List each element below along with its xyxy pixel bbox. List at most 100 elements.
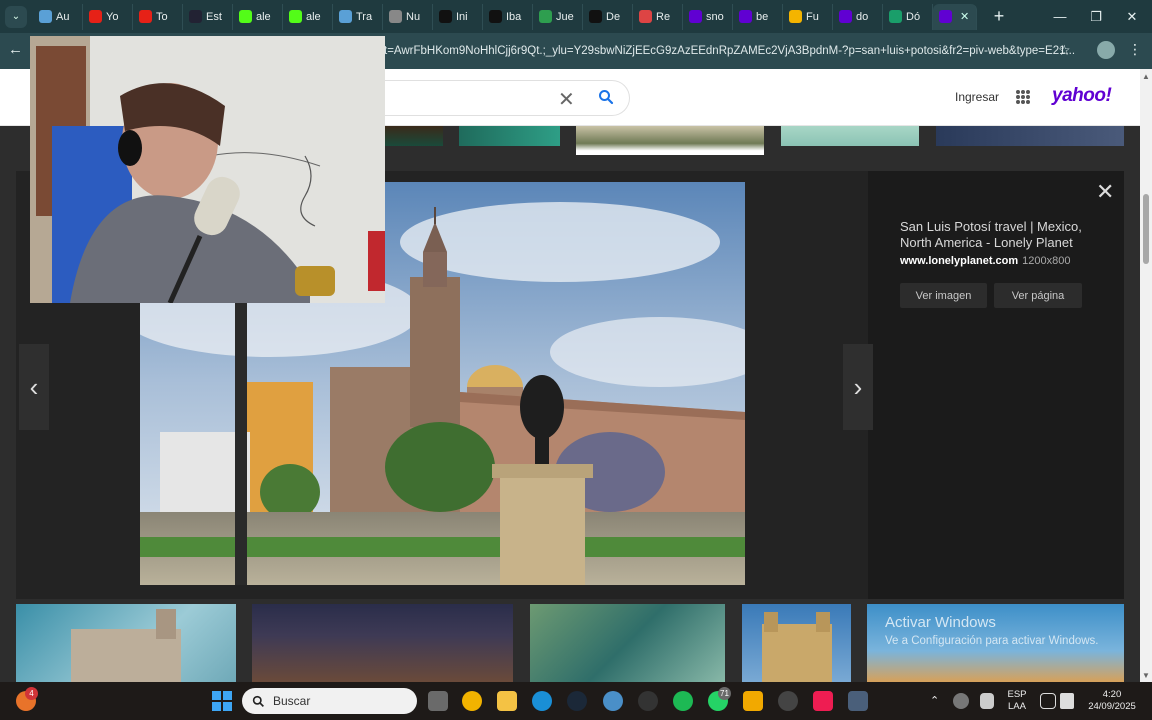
browser-tab-strip: ⌄ Au Yo To Est ale ale Tra Nu Ini Iba Jue De Re sno be… [0, 0, 1152, 33]
tab-label: Re [656, 10, 671, 23]
result-thumbnail[interactable] [459, 126, 560, 146]
tab-label: Yo [106, 10, 119, 23]
currency-icon [889, 10, 902, 23]
back-arrow-icon[interactable]: ← [8, 41, 23, 58]
browser-tab[interactable]: Tra [333, 3, 383, 30]
browser-tab[interactable]: be [733, 3, 783, 30]
address-bar[interactable]: t=AwrFbHKom9NoHhlCjj6r9Qt.;_ylu=Y29sbwNi… [384, 38, 1084, 64]
media-player-icon[interactable] [778, 691, 798, 711]
browser-tab[interactable]: sno [683, 3, 733, 30]
yahoo-icon [739, 10, 752, 23]
display-icon[interactable] [1040, 693, 1056, 709]
browser-tab[interactable]: Est [183, 3, 233, 30]
view-image-button[interactable]: Ver imagen [900, 283, 987, 308]
tab-label: Dó [906, 10, 921, 23]
bookmark-star-icon[interactable]: ☆ [1058, 42, 1071, 59]
result-thumbnail[interactable] [781, 126, 919, 146]
calculator-icon[interactable] [848, 691, 868, 711]
result-thumbnail[interactable] [530, 604, 725, 682]
kick-icon [289, 10, 302, 23]
result-thumbnail[interactable] [742, 604, 851, 682]
restore-icon[interactable]: ❐ [1078, 0, 1114, 33]
clear-search-icon[interactable]: ✕ [558, 87, 575, 112]
result-thumbnail[interactable] [252, 604, 513, 682]
browser-tab[interactable]: ale [233, 3, 283, 30]
close-tab-icon[interactable]: ✕ [960, 10, 969, 23]
close-window-icon[interactable]: ✕ [1114, 0, 1150, 33]
tab-label: Nu [406, 10, 421, 23]
browser-tab[interactable]: Nu [383, 3, 433, 30]
tab-label: Est [206, 10, 222, 23]
drive-icon [789, 10, 802, 23]
obs-icon[interactable] [638, 691, 658, 711]
tab-label: Au [56, 10, 70, 23]
browser-menu-icon[interactable]: ⋮ [1128, 41, 1142, 58]
next-image-button[interactable]: › [843, 344, 873, 430]
language-indicator[interactable]: ESP LAA [1005, 689, 1029, 713]
microphone-icon[interactable] [980, 693, 994, 709]
browser-tab[interactable]: ale [283, 3, 333, 30]
tab-label: ale [256, 10, 271, 23]
yahoo-icon [689, 10, 702, 23]
edge-icon[interactable] [532, 691, 552, 711]
x-icon [489, 10, 502, 23]
minimize-icon[interactable]: — [1042, 0, 1078, 33]
result-thumbnail[interactable] [16, 604, 236, 682]
tab-label: To [156, 10, 168, 23]
tab-label: Ini [456, 10, 468, 23]
search-icon [252, 695, 264, 707]
browser-tab[interactable]: Yo [83, 3, 133, 30]
browser-tab[interactable]: ✕ [933, 3, 977, 30]
windows-start-icon[interactable] [212, 691, 232, 711]
scroll-up-icon[interactable]: ▲ [1142, 72, 1150, 81]
page-scrollbar[interactable]: ▲ ▼ [1140, 69, 1152, 682]
image-title[interactable]: San Luis Potosí travel | Mexico, North A… [900, 219, 1100, 251]
search-icon[interactable] [598, 89, 614, 105]
apps-grid-icon[interactable] [1016, 90, 1030, 104]
scroll-down-icon[interactable]: ▼ [1142, 671, 1150, 680]
browser-tab[interactable]: Re [633, 3, 683, 30]
yahoo-logo[interactable]: yahoo! [1052, 85, 1112, 107]
browser-tab[interactable]: Au [33, 3, 83, 30]
image-source[interactable]: www.lonelyplanet.com 1200x800 [900, 255, 1071, 267]
new-tab-button[interactable]: + [989, 6, 1009, 27]
scrollbar-thumb[interactable] [1143, 194, 1149, 264]
browser-tab[interactable]: Dó [883, 3, 933, 30]
clock-date: 24/09/2025 [1088, 701, 1136, 712]
chrome-icon[interactable] [462, 691, 482, 711]
file-explorer-icon[interactable] [497, 691, 517, 711]
chrome-profile-icon[interactable] [603, 691, 623, 711]
clock[interactable]: 4:20 24/09/2025 [1082, 689, 1142, 713]
browser-tab[interactable]: Iba [483, 3, 533, 30]
task-view-icon[interactable] [428, 691, 448, 711]
result-thumbnail[interactable] [385, 126, 443, 146]
previous-image-button[interactable]: ‹ [19, 344, 49, 430]
tray-network-icon[interactable] [953, 693, 969, 709]
globe-icon [389, 10, 402, 23]
tray-overflow-chevron-icon[interactable]: ⌃ [930, 695, 939, 707]
result-thumbnail-selected[interactable] [576, 126, 764, 155]
webcam-feed [30, 36, 385, 303]
view-page-button[interactable]: Ver página [994, 283, 1082, 308]
browser-tab[interactable]: To [133, 3, 183, 30]
profile-avatar[interactable] [1097, 41, 1115, 59]
steam-icon[interactable] [567, 691, 587, 711]
browser-tab[interactable]: Ini [433, 3, 483, 30]
browser-tab[interactable]: do [833, 3, 883, 30]
result-thumbnail[interactable] [936, 126, 1124, 146]
volume-icon[interactable] [1060, 693, 1074, 709]
tab-search-chevron-icon[interactable]: ⌄ [5, 5, 27, 28]
document-icon [39, 10, 52, 23]
search-box[interactable]: ✕ [380, 80, 630, 116]
browser-tab[interactable]: Fu [783, 3, 833, 30]
tiktok-icon[interactable] [813, 691, 833, 711]
sign-in-link[interactable]: Ingresar [955, 90, 999, 104]
browser-tab[interactable]: Jue [533, 3, 583, 30]
notification-badge: 4 [25, 687, 38, 700]
spotify-icon[interactable] [673, 691, 693, 711]
taskbar-search[interactable]: Buscar [242, 688, 417, 714]
browser-tab[interactable]: De [583, 3, 633, 30]
tiktok-icon [589, 10, 602, 23]
close-preview-icon[interactable]: ✕ [1096, 179, 1114, 205]
kick-app-icon[interactable] [743, 691, 763, 711]
